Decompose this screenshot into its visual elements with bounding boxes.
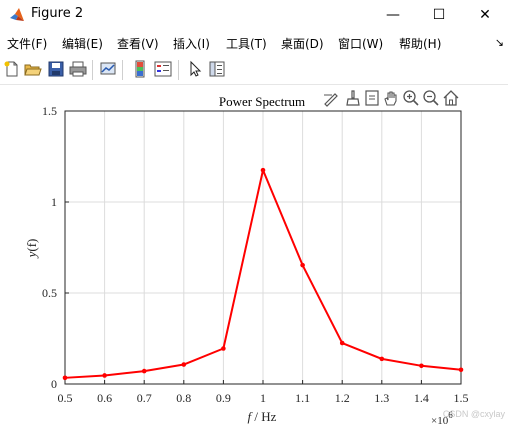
chart-title: Power Spectrum — [219, 94, 305, 109]
print-icon[interactable] — [69, 60, 87, 78]
window-title: Figure 2 — [31, 6, 84, 21]
tick-layer: 0.5 0.6 0.7 0.8 0.9 1 1.1 1.2 1.3 1.4 1.500.511.5 — [42, 104, 469, 405]
minimize-button[interactable]: — — [370, 0, 416, 30]
y-tick-label: 0.5 — [42, 286, 57, 300]
close-icon: ✕ — [479, 7, 491, 23]
toolbar-separator — [178, 60, 179, 80]
watermark-text: CSDN @cxylay — [443, 409, 506, 419]
data-point — [419, 363, 424, 369]
insert-legend-icon[interactable] — [154, 60, 172, 78]
data-point — [141, 368, 147, 374]
x-tick-label: 1.3 — [374, 391, 389, 405]
data-point — [260, 167, 266, 173]
x-tick-label: 0.6 — [97, 391, 112, 405]
y-tick-label: 0 — [51, 377, 57, 391]
menu-overflow-arrow-icon[interactable]: ↘ — [495, 36, 504, 49]
menu-desktop[interactable]: 桌面(D) — [281, 35, 324, 52]
y-axis-label: y(f) — [24, 239, 39, 260]
x-axis-label: f / Hz — [248, 409, 277, 424]
data-point — [379, 356, 385, 362]
insert-colorbar-icon[interactable] — [131, 60, 149, 78]
x-tick-label: 1.2 — [335, 391, 350, 405]
menu-view[interactable]: 查看(V) — [117, 35, 159, 52]
toolbar-separator — [92, 60, 93, 80]
toolbar-separator — [122, 60, 123, 80]
x-tick-label: 1.5 — [454, 391, 469, 405]
data-point — [181, 362, 187, 367]
x-tick-label: 0.9 — [216, 391, 231, 405]
data-point — [339, 340, 345, 346]
x-tick-label: 1 — [260, 391, 266, 405]
figure-toolbar — [0, 56, 508, 85]
save-icon[interactable] — [47, 60, 65, 78]
menu-window[interactable]: 窗口(W) — [338, 35, 383, 52]
x-tick-label: 0.5 — [58, 391, 73, 405]
data-point — [221, 346, 226, 351]
maximize-icon: ☐ — [432, 7, 446, 23]
menu-bar: 文件(F) 编辑(E) 查看(V) 插入(I) 工具(T) 桌面(D) 窗口(W… — [0, 31, 508, 55]
grid-layer — [64, 110, 462, 385]
property-inspector-icon[interactable] — [208, 60, 226, 78]
x-tick-label: 0.7 — [137, 391, 152, 405]
y-tick-label: 1 — [51, 195, 57, 209]
open-file-icon[interactable] — [24, 60, 42, 78]
power-spectrum-plot[interactable]: 0.5 0.6 0.7 0.8 0.9 1 1.1 1.2 1.3 1.4 1.500.511.5 … — [0, 85, 508, 427]
link-plot-icon[interactable] — [99, 60, 117, 78]
menu-help[interactable]: 帮助(H) — [399, 35, 441, 52]
menu-tools[interactable]: 工具(T) — [226, 35, 267, 52]
matlab-logo-icon — [10, 8, 24, 21]
y-tick-label: 1.5 — [42, 104, 57, 118]
x-tick-label: 0.8 — [176, 391, 191, 405]
minimize-icon: — — [386, 7, 400, 23]
figure-canvas: 0.5 0.6 0.7 0.8 0.9 1 1.1 1.2 1.3 1.4 1.5 0 0.5 1 1.5 … — [0, 85, 508, 427]
data-point — [458, 367, 464, 373]
title-bar: Figure 2 — ☐ ✕ — [0, 0, 508, 30]
data-point — [102, 373, 107, 378]
data-point — [62, 375, 68, 381]
menu-file[interactable]: 文件(F) — [7, 35, 47, 52]
pointer-icon[interactable] — [186, 60, 204, 78]
x-tick-label: 1.1 — [295, 391, 310, 405]
maximize-button[interactable]: ☐ — [416, 0, 462, 30]
close-button[interactable]: ✕ — [462, 0, 508, 30]
menu-edit[interactable]: 编辑(E) — [62, 35, 103, 52]
new-figure-icon[interactable] — [3, 60, 21, 78]
x-tick-label: 1.4 — [414, 391, 429, 405]
menu-insert[interactable]: 插入(I) — [173, 35, 210, 52]
data-point — [300, 262, 305, 268]
